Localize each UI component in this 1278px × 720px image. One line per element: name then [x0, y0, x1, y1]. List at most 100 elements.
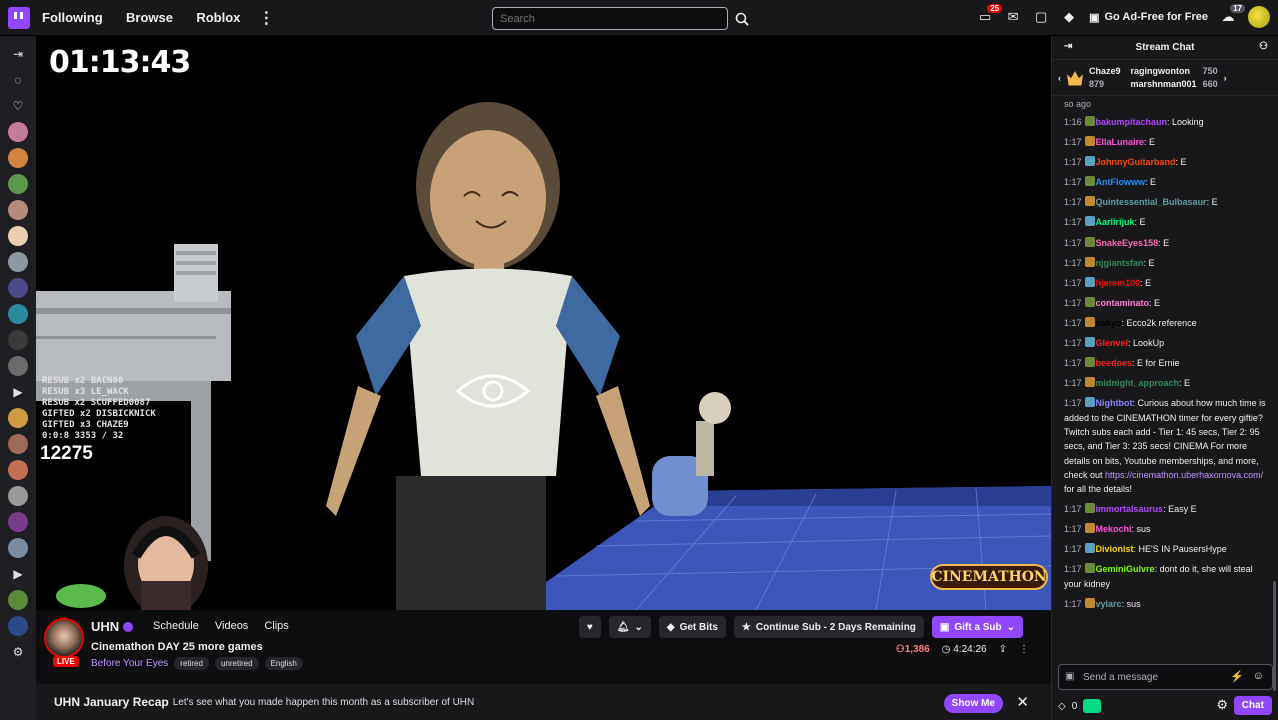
- notification-bell-button[interactable]: 🔔︎ ⌄: [608, 616, 651, 638]
- emote-icon[interactable]: ☺: [1253, 670, 1264, 682]
- chat-username[interactable]: immortalsaurus: [1096, 504, 1164, 514]
- followed-channel-avatar[interactable]: [8, 486, 28, 506]
- video-camera-icon[interactable]: ▶: [8, 564, 28, 584]
- chat-send-button[interactable]: Chat: [1233, 696, 1272, 715]
- badge-icon: [1084, 276, 1095, 287]
- chat-scrollbar[interactable]: [1273, 581, 1276, 691]
- recommended-icon[interactable]: ⚙: [8, 642, 28, 662]
- tab-videos[interactable]: Videos: [215, 620, 248, 632]
- followed-channel-avatar[interactable]: [8, 304, 28, 324]
- bits-icon[interactable]: ⚡: [1230, 670, 1244, 683]
- chat-username[interactable]: SnakeEyes158: [1096, 238, 1159, 248]
- chat-username[interactable]: AntFlowww: [1096, 177, 1146, 187]
- followed-channel-avatar[interactable]: [8, 460, 28, 480]
- tab-clips[interactable]: Clips: [264, 620, 288, 632]
- followed-channel-avatar[interactable]: [8, 408, 28, 428]
- collapse-chat-icon[interactable]: ⇥: [1064, 41, 1072, 52]
- chat-username[interactable]: bakumpitachaun: [1096, 117, 1168, 127]
- search-input[interactable]: [492, 7, 728, 30]
- more-menu-icon[interactable]: ⋮: [258, 8, 274, 28]
- game-link[interactable]: Before Your Eyes: [91, 658, 168, 669]
- followed-channel-avatar[interactable]: [8, 434, 28, 454]
- followed-channel-avatar[interactable]: [8, 278, 28, 298]
- followed-channel-avatar[interactable]: [8, 148, 28, 168]
- tag[interactable]: retired: [174, 657, 209, 670]
- chat-username[interactable]: Divionist: [1096, 544, 1134, 554]
- chat-username[interactable]: contaminato: [1096, 298, 1150, 308]
- continue-sub-button[interactable]: ★ Continue Sub - 2 Days Remaining: [733, 616, 924, 638]
- show-me-button[interactable]: Show Me: [943, 694, 1003, 713]
- nav-browse[interactable]: Browse: [126, 10, 173, 25]
- gift-icon[interactable]: ▣: [1065, 671, 1074, 682]
- chat-username[interactable]: JohnnyGuitarband: [1096, 157, 1176, 167]
- whispers-icon[interactable]: ▢: [1033, 9, 1049, 25]
- chevron-left-icon[interactable]: ‹: [1058, 73, 1061, 83]
- sub-counter: 12275: [40, 443, 93, 464]
- chat-username[interactable]: Mekochi: [1096, 524, 1132, 534]
- followed-channel-avatar[interactable]: [8, 330, 28, 350]
- close-icon[interactable]: ✕: [1016, 693, 1029, 711]
- followed-channel-avatar[interactable]: [8, 174, 28, 194]
- channel-avatar[interactable]: [44, 618, 84, 658]
- followed-channel-avatar[interactable]: [8, 252, 28, 272]
- tag[interactable]: English: [264, 657, 303, 670]
- gift-icon[interactable]: ☁ 17: [1220, 4, 1245, 25]
- chat-username[interactable]: Aarlirijuk: [1096, 217, 1135, 227]
- chat-username[interactable]: EllaLunaire: [1096, 137, 1145, 147]
- share-icon[interactable]: ⇪: [999, 644, 1007, 655]
- gear-icon[interactable]: ⚙: [1216, 697, 1228, 713]
- tab-schedule[interactable]: Schedule: [153, 620, 199, 632]
- video-player[interactable]: 01:13:43 RESUB x2 BACN00 RESUB x3 LE_WAC…: [36, 36, 1051, 610]
- chat-username[interactable]: Glenvel: [1096, 338, 1129, 348]
- user-avatar[interactable]: [1248, 6, 1270, 28]
- ad-free-button[interactable]: ▣ Go Ad-Free for Free: [1089, 11, 1208, 24]
- chat-message: 1:17 Divionist: HE'S IN PausersHype: [1064, 542, 1270, 556]
- nav-following[interactable]: Following: [42, 10, 103, 25]
- chat-username[interactable]: nakyo: [1096, 318, 1122, 328]
- more-options-icon[interactable]: ⋮: [1019, 644, 1029, 655]
- community-icon[interactable]: ⚇: [1259, 41, 1268, 52]
- channel-name[interactable]: UHN: [91, 619, 134, 634]
- tag[interactable]: unretired: [214, 657, 259, 670]
- following-icon[interactable]: ◌: [8, 70, 28, 90]
- followed-channel-avatar[interactable]: [8, 590, 28, 610]
- expand-sidebar-icon[interactable]: ⇥: [8, 44, 28, 64]
- followed-channel-avatar[interactable]: [8, 512, 28, 532]
- video-camera-icon[interactable]: ▶: [8, 382, 28, 402]
- timestamp: 1:17: [1064, 197, 1082, 208]
- followed-channel-avatar[interactable]: [8, 200, 28, 220]
- bits-icon[interactable]: ◆: [1061, 9, 1077, 25]
- chat-username[interactable]: GeminiGulvre: [1096, 564, 1155, 574]
- chat-text: : E: [1158, 237, 1170, 248]
- followed-channel-avatar[interactable]: [8, 122, 28, 142]
- chat-input[interactable]: ▣ Send a message ⚡ ☺: [1058, 664, 1273, 690]
- chat-username[interactable]: vylarc: [1096, 599, 1122, 609]
- get-bits-button[interactable]: ◆ Get Bits: [658, 616, 726, 638]
- heart-icon[interactable]: ♡: [8, 96, 28, 116]
- follow-heart-button[interactable]: ♥: [578, 616, 601, 638]
- followed-channel-avatar[interactable]: [8, 356, 28, 376]
- inbox-icon[interactable]: ✉: [1005, 9, 1021, 25]
- nav-roblox[interactable]: Roblox: [196, 10, 240, 25]
- chat-username[interactable]: midnight_approach: [1096, 378, 1180, 388]
- followed-channel-avatar[interactable]: [8, 226, 28, 246]
- gift-sub-button[interactable]: ▣ Gift a Sub ⌄: [931, 616, 1023, 638]
- search-button[interactable]: [730, 7, 753, 30]
- twitch-logo-icon[interactable]: [8, 6, 30, 29]
- points-claim-icon[interactable]: [1083, 699, 1102, 713]
- notifications-icon[interactable]: ▭ 25: [977, 4, 1003, 25]
- chat-username[interactable]: Quintessential_Bulbasaur: [1096, 197, 1207, 207]
- followed-channel-avatar[interactable]: [8, 538, 28, 558]
- chat-title: Stream Chat: [1135, 42, 1195, 53]
- chat-username[interactable]: beedoes: [1096, 358, 1133, 368]
- chevron-right-icon[interactable]: ›: [1224, 73, 1227, 83]
- chat-username[interactable]: hjerem100: [1096, 278, 1141, 288]
- leader-user[interactable]: Chaze9: [1089, 66, 1121, 76]
- chat-username[interactable]: njgiantsfan: [1096, 258, 1144, 268]
- chat-link[interactable]: https://cinemathon.uberhaxornova.com/: [1105, 470, 1263, 480]
- leader-user[interactable]: marshnman001: [1131, 79, 1197, 89]
- leader-user[interactable]: ragingwonton: [1131, 66, 1197, 76]
- channel-points-icon[interactable]: ◇: [1058, 701, 1066, 712]
- chat-username[interactable]: Nightbot: [1096, 398, 1133, 408]
- followed-channel-avatar[interactable]: [8, 616, 28, 636]
